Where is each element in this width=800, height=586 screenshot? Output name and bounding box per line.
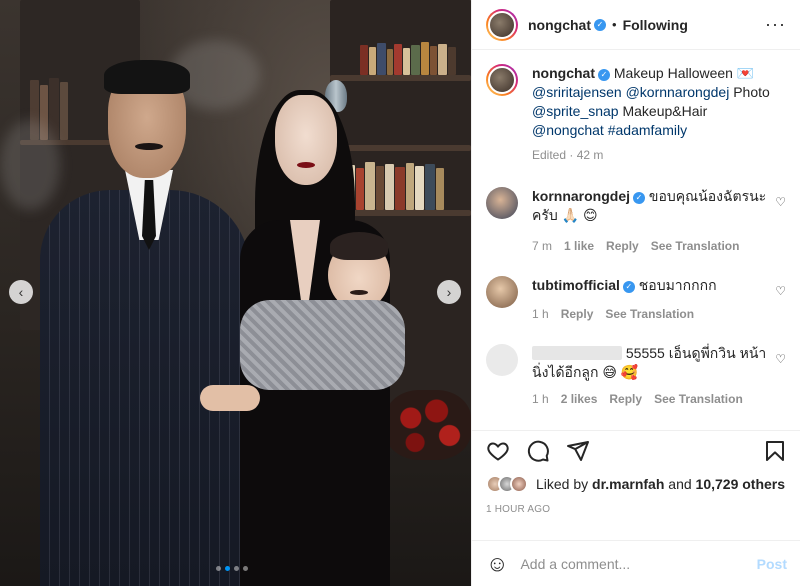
hashtag-link[interactable]: #adamfamily [608, 122, 687, 138]
see-translation-button[interactable]: See Translation [605, 305, 694, 324]
caption-username[interactable]: nongchat [532, 65, 595, 81]
red-roses [385, 390, 471, 460]
shelf-board [330, 75, 471, 81]
instagram-post-view: ‹ › nongchat ✓ • Following ··· nongchat ✓ [0, 0, 800, 586]
baby-hair [330, 232, 388, 260]
man-hair [104, 60, 190, 94]
commenter-avatar[interactable] [486, 276, 518, 308]
books-row [360, 42, 470, 75]
red-lips [297, 162, 315, 168]
liked-by-summary: Liked by dr.marnfah and 10,729 others [486, 475, 785, 493]
like-heart-icon[interactable] [486, 439, 510, 463]
caption-body: nongchat ✓ Makeup Halloween 💌 @sriritajen… [532, 64, 782, 165]
see-translation-button[interactable]: See Translation [654, 390, 743, 409]
author-avatar[interactable] [486, 8, 518, 41]
woman-face [275, 95, 337, 185]
comment-like-heart-icon[interactable]: ♡ [775, 284, 786, 298]
post-caption: nongchat ✓ Makeup Halloween 💌 @sriritajen… [472, 50, 800, 165]
baby-mustache [350, 290, 368, 295]
shelf-board [330, 145, 471, 151]
reply-button[interactable]: Reply [561, 305, 594, 324]
mention-link[interactable]: @sprite_snap [532, 103, 619, 119]
caption-avatar[interactable] [486, 64, 518, 96]
carousel-dot [243, 566, 248, 571]
post-photo[interactable]: ‹ › [0, 0, 471, 586]
reply-button[interactable]: Reply [609, 390, 642, 409]
reply-button[interactable]: Reply [606, 237, 639, 256]
caption-text: Photo [733, 84, 770, 100]
following-button[interactable]: Following [623, 17, 688, 33]
carousel-dot [234, 566, 239, 571]
separator-dot: • [612, 17, 617, 32]
mustache [135, 143, 163, 150]
comment-actions: 1 h 2 likes Reply See Translation [532, 390, 767, 409]
cobweb-decoration [0, 120, 60, 210]
share-paper-plane-icon[interactable] [566, 439, 590, 463]
comment-actions: 1 h Reply See Translation [532, 305, 767, 324]
baby-suit [240, 300, 405, 390]
post-header: nongchat ✓ • Following ··· [472, 0, 800, 50]
comment-body: 55555 เอ็นดูพี่กวิน หน้านิ่งได้อีกลูก 😅 … [532, 344, 767, 409]
comment-body: tubtimofficial ✓ ชอบมากกกก 1 h Reply See … [532, 276, 767, 324]
verified-badge-icon: ✓ [633, 191, 646, 204]
bookmark-icon[interactable] [763, 439, 787, 463]
comment-likes-link[interactable]: 1 like [564, 237, 594, 256]
next-image-button[interactable]: › [437, 280, 461, 304]
mention-link[interactable]: @sriritajensen [532, 84, 622, 100]
verified-badge-icon: ✓ [598, 68, 610, 81]
baby-feet [200, 385, 260, 411]
more-horizontal-icon[interactable]: ··· [765, 14, 786, 35]
mention-link[interactable]: @nongchat [532, 122, 604, 138]
comment-body: kornnarongdej ✓ ขอบคุณน้องฉัตรนะครับ 🙏🏻 😊… [532, 187, 767, 256]
emoji-picker-icon[interactable]: ☺ [486, 551, 508, 577]
caption-text: Makeup Halloween [613, 65, 733, 81]
liked-by-label: Liked by [536, 476, 589, 492]
post-comment-button[interactable]: Post [757, 556, 787, 572]
comment-time: 1 h [532, 307, 549, 321]
liker-avatars[interactable] [486, 475, 528, 493]
edited-timestamp: Edited · 42 m [532, 148, 604, 162]
chevron-right-icon: › [446, 284, 452, 300]
comment-like-heart-icon[interactable]: ♡ [775, 195, 786, 209]
post-timestamp[interactable]: 1 HOUR AGO [486, 504, 550, 515]
commenter-avatar-blurred[interactable] [486, 344, 518, 376]
comment-item: tubtimofficial ✓ ชอบมากกกก 1 h Reply See … [472, 276, 800, 324]
commenter-avatar[interactable] [486, 187, 518, 219]
chevron-left-icon: ‹ [18, 284, 24, 300]
comment-composer: ☺ Post [472, 540, 800, 586]
comment-actions: 7 m 1 like Reply See Translation [532, 237, 767, 256]
comment-time: 7 m [532, 239, 553, 253]
see-translation-button[interactable]: See Translation [651, 237, 740, 256]
comment-time: 1 h [532, 392, 549, 406]
author-username[interactable]: nongchat [528, 17, 591, 33]
caption-text: Makeup&Hair [622, 103, 708, 119]
comment-item: 55555 เอ็นดูพี่กวิน หน้านิ่งได้อีกลูก 😅 … [472, 344, 800, 409]
verified-badge-icon: ✓ [622, 280, 635, 293]
liker-username[interactable]: dr.marnfah [592, 476, 664, 492]
love-letter-emoji: 💌 [736, 65, 755, 81]
mention-link[interactable]: @kornnarongdej [626, 84, 730, 100]
previous-image-button[interactable]: ‹ [9, 280, 33, 304]
comment-bubble-icon[interactable] [526, 439, 550, 463]
comment-input[interactable] [520, 555, 757, 572]
liked-by-and: and [668, 476, 692, 492]
books-row [345, 160, 470, 210]
carousel-dot-active [225, 566, 230, 571]
blurred-username [532, 346, 622, 360]
commenter-username[interactable]: tubtimofficial [532, 277, 620, 293]
post-side-panel: nongchat ✓ • Following ··· nongchat ✓ Mak… [471, 0, 800, 586]
comment-like-heart-icon[interactable]: ♡ [775, 352, 786, 366]
likes-count-link[interactable]: 10,729 others [696, 476, 786, 492]
post-action-bar [472, 430, 800, 470]
commenter-username[interactable]: kornnarongdej [532, 188, 630, 204]
carousel-dot [216, 566, 221, 571]
comment-text: ชอบมากกกก [638, 277, 717, 293]
verified-badge-icon: ✓ [594, 18, 606, 31]
carousel-indicator [216, 566, 248, 571]
comment-likes-link[interactable]: 2 likes [561, 390, 598, 409]
comment-item: kornnarongdej ✓ ขอบคุณน้องฉัตรนะครับ 🙏🏻 😊… [472, 187, 800, 256]
